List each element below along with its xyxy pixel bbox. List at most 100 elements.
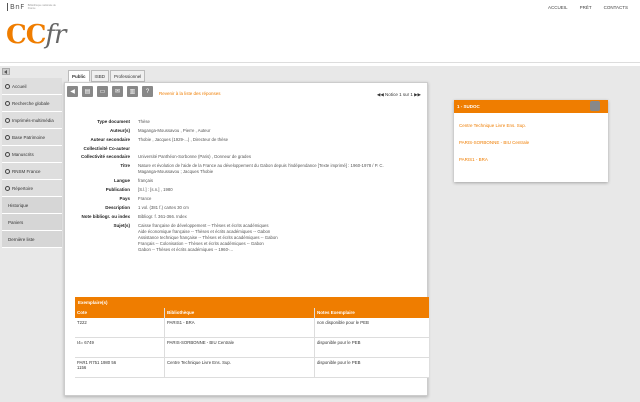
sudoc-link[interactable]: PARIS-SORBONNE - BIU Centrale xyxy=(459,140,603,145)
sidebar-menu: Accueil Recherche globale Imprimés-multi… xyxy=(2,78,62,248)
sidebar-item-paniers[interactable]: Paniers xyxy=(2,214,62,231)
nav-pret[interactable]: PRÊT xyxy=(580,5,592,10)
sidebar-item-label: Dernière liste xyxy=(8,236,35,242)
cell-notes: non disponible pour le PEB xyxy=(317,320,369,325)
table-row: PAR1 R751 1980 56 1156 Centre Technique … xyxy=(75,358,429,378)
field-value[interactable]: Thobie , Jacques (1929-...) , Directeur … xyxy=(138,137,228,143)
search-icon xyxy=(5,185,10,191)
field-pays: Pays France xyxy=(73,196,423,202)
sidebar-item-imprimes[interactable]: Imprimés-multimédia xyxy=(2,112,62,129)
sidebar-item-recherche-globale[interactable]: Recherche globale xyxy=(2,95,62,112)
field-label: Sujet(s) xyxy=(113,223,130,228)
sidebar-item-historique[interactable]: Historique xyxy=(2,197,62,214)
field-label: Auteur secondaire xyxy=(90,137,130,142)
record-tabs: Public ISBD Professionnel xyxy=(68,70,146,82)
sidebar-item-rnsm[interactable]: RNSM France xyxy=(2,163,62,180)
bnf-logo-text: BnF xyxy=(7,3,25,11)
ccfr-logo[interactable]: CCfr xyxy=(6,20,66,50)
sudoc-link[interactable]: PARIS1 - BRA xyxy=(459,157,603,162)
cell-bibliotheque[interactable]: PARIS-SORBONNE - BIU Centrale xyxy=(165,338,315,357)
expand-icon[interactable] xyxy=(590,101,600,111)
field-value: [S.l.] : [s.n.] , 1980 xyxy=(138,187,173,192)
nav-accueil[interactable]: ACCUEIL xyxy=(548,5,568,10)
cell-notes: disponible pour le PEB xyxy=(317,360,361,365)
field-type-document: Type document Thèse xyxy=(73,119,423,125)
sidebar-item-label: Paniers xyxy=(8,219,24,225)
email-icon[interactable]: ✉ xyxy=(112,86,123,97)
header-divider xyxy=(0,62,640,63)
sidebar-item-base-patrimoine[interactable]: Base Patrimoine xyxy=(2,129,62,146)
sidebar-item-label: Historique xyxy=(8,202,29,208)
ccfr-logo-fr: fr xyxy=(45,20,66,50)
cell-cote: PAR1 R751 1980 56 1156 xyxy=(75,358,165,377)
cell-notes: disponible pour le PEB xyxy=(317,340,361,345)
cell-cote: I4= 6749 xyxy=(75,338,165,357)
search-icon xyxy=(5,134,10,140)
field-value: Nature et évolution de l'aide de la Fran… xyxy=(138,163,384,175)
field-sujets: Sujet(s) Caisse française de développeme… xyxy=(73,223,423,253)
field-langue: Langue français xyxy=(73,178,423,184)
field-value: Caisse française de développement -- Thè… xyxy=(138,223,278,253)
sidebar-item-label: RNSM France xyxy=(12,168,41,174)
sidebar-collapse-icon[interactable] xyxy=(2,68,10,75)
field-publication: Publication [S.l.] : [s.n.] , 1980 xyxy=(73,187,423,193)
sudoc-panel: 1 - SUDOC Centre Technique Livre Ens. Su… xyxy=(454,100,608,182)
ccfr-logo-cc: CC xyxy=(6,20,46,50)
search-icon xyxy=(5,168,10,174)
record-toolbar: ◀ ▤ ▭ ✉ ▥ ? xyxy=(67,86,153,97)
sidebar-item-label: Imprimés-multimédia xyxy=(12,117,54,123)
column-header-cote: Cote xyxy=(75,308,165,318)
field-value: France xyxy=(138,196,152,201)
column-header-bibliotheque: Bibliothèque xyxy=(165,308,315,318)
export-icon[interactable]: ▭ xyxy=(97,86,108,97)
field-label: Titre xyxy=(120,163,130,168)
sidebar-item-label: Accueil xyxy=(12,83,27,89)
field-label: Auteur(s) xyxy=(110,128,130,133)
cell-bibliotheque[interactable]: Centre Technique Livre Ens. Sup. xyxy=(165,358,315,377)
record-panel: ◀ ▤ ▭ ✉ ▥ ? Revenir à la liste des répon… xyxy=(64,82,429,396)
sidebar-item-label: Manuscrits xyxy=(12,151,34,157)
tab-professionnel[interactable]: Professionnel xyxy=(110,70,146,82)
titre-line: Maganga-Moussavou ; Jacques Thobie xyxy=(138,169,214,174)
sudoc-links: Centre Technique Livre Ens. Sup. PARIS-S… xyxy=(454,113,608,184)
tab-public[interactable]: Public xyxy=(68,70,90,82)
column-header-notes: Notes Exemplaire xyxy=(317,310,355,315)
field-value: Thèse xyxy=(138,119,150,124)
subject-link[interactable]: Gabon -- Thèses et écrits académiques --… xyxy=(138,247,278,253)
record-pager[interactable]: ◀◀ Notice 1 sur 1 ▶▶ xyxy=(377,92,421,98)
sudoc-title: 1 - SUDOC xyxy=(457,104,480,109)
field-label: Description xyxy=(105,205,130,210)
bnf-logo[interactable]: BnF Bibliothèque nationale de France xyxy=(7,3,58,11)
field-value[interactable]: Maganga-Moussavou , Pierre , Auteur xyxy=(138,128,210,134)
arrow-left-icon[interactable]: ◀ xyxy=(67,86,78,97)
sidebar-item-derniere-liste[interactable]: Dernière liste xyxy=(2,231,62,248)
sidebar-item-label: Base Patrimoine xyxy=(12,134,46,140)
sidebar-item-manuscrits[interactable]: Manuscrits xyxy=(2,146,62,163)
sidebar-item-accueil[interactable]: Accueil xyxy=(2,78,62,95)
field-value[interactable]: Université Panthéon-Sorbonne (Paris) , D… xyxy=(138,154,251,160)
basket-icon[interactable]: ▥ xyxy=(127,86,138,97)
nav-contacts[interactable]: CONTACTS xyxy=(604,5,628,10)
search-icon xyxy=(5,100,10,106)
help-icon[interactable]: ? xyxy=(142,86,153,97)
sidebar-item-repertoire[interactable]: Répertoire xyxy=(2,180,62,197)
table-row: I4= 6749 PARIS-SORBONNE - BIU Centrale d… xyxy=(75,338,429,358)
field-description: Description 1 vol. (381 f.) cartes 30 cm xyxy=(73,205,423,211)
field-label: Collectivité Co-auteur xyxy=(83,146,130,151)
cell-bibliotheque[interactable]: PARIS1 - BRA xyxy=(165,318,315,337)
sidebar-item-label: Recherche globale xyxy=(12,100,50,106)
back-to-results-link[interactable]: Revenir à la liste des réponses xyxy=(159,91,221,96)
field-auteur: Auteur(s) Maganga-Moussavou , Pierre , Au… xyxy=(73,128,423,134)
print-icon[interactable]: ▤ xyxy=(82,86,93,97)
search-icon xyxy=(5,117,10,123)
sudoc-link[interactable]: Centre Technique Livre Ens. Sup. xyxy=(459,123,603,128)
record-fields: Type document Thèse Auteur(s) Maganga-Mous… xyxy=(73,119,423,256)
header: BnF Bibliothèque nationale de France CCf… xyxy=(0,0,640,62)
field-note-bibliogr: Note bibliogr. ou index Bibliogr. f. 361-… xyxy=(73,214,423,220)
tab-isbd[interactable]: ISBD xyxy=(90,70,110,82)
search-icon xyxy=(5,151,10,157)
bnf-logo-subtitle: Bibliothèque nationale de France xyxy=(27,4,56,10)
sidebar-item-label: Répertoire xyxy=(12,185,34,191)
field-collectivite-secondaire: Collectivité secondaire Université Panthé… xyxy=(73,154,423,160)
table-row: T222 PARIS1 - BRA non disponible pour le… xyxy=(75,318,429,338)
